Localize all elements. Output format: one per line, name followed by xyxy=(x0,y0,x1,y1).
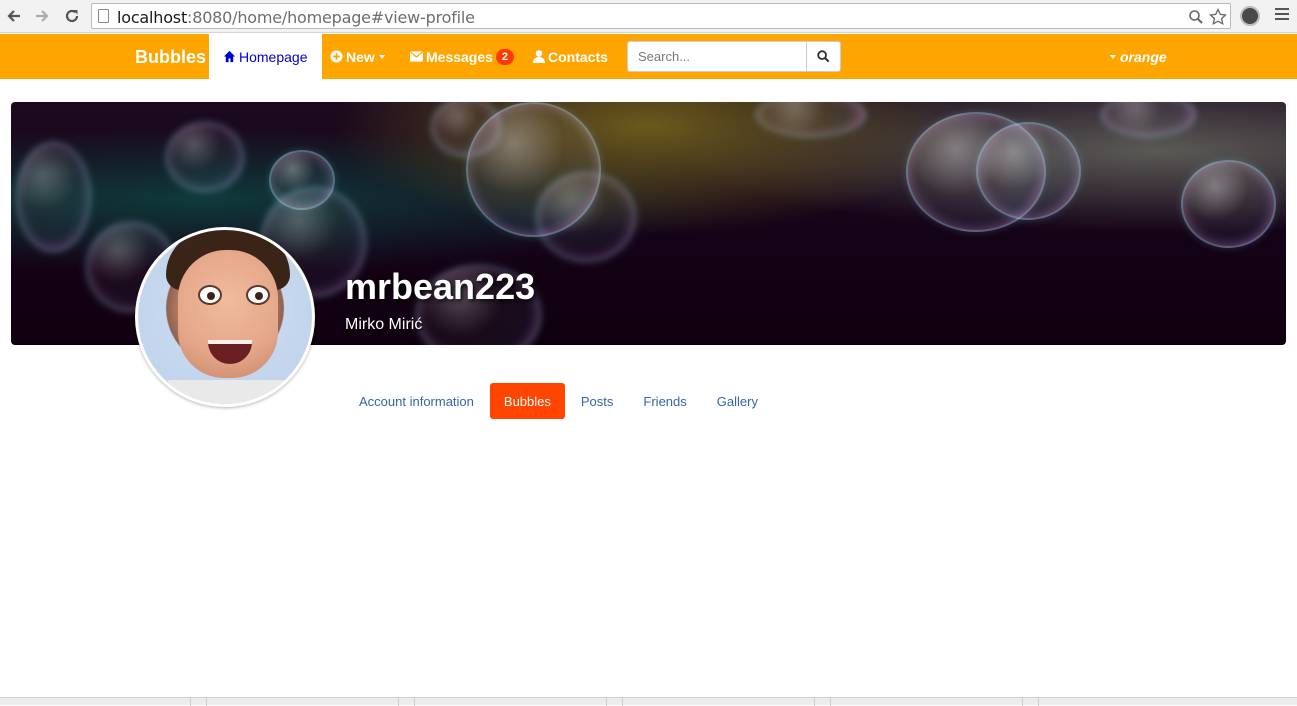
profile-tabs: Account information Bubbles Posts Friend… xyxy=(345,383,774,419)
nav-new-dropdown[interactable]: New xyxy=(330,34,385,79)
profile-username: mrbean223 xyxy=(345,266,536,307)
forward-button[interactable] xyxy=(31,5,53,27)
tab-account-information[interactable]: Account information xyxy=(345,383,488,419)
menu-icon[interactable] xyxy=(1275,8,1289,22)
bookmark-star-icon[interactable] xyxy=(1208,7,1228,27)
profile-full-name: Mirko Mirić xyxy=(345,316,423,333)
nav-new-label: New xyxy=(346,48,375,65)
zoom-icon[interactable] xyxy=(1186,7,1206,27)
home-icon xyxy=(223,50,236,63)
arrow-left-icon xyxy=(7,10,20,22)
profile-avatar[interactable] xyxy=(135,227,315,407)
navbar: Bubbles Homepage New Messages 2 Contacts xyxy=(0,34,1297,79)
page-icon xyxy=(98,9,109,23)
reload-button[interactable] xyxy=(61,5,83,27)
nav-messages[interactable]: Messages 2 xyxy=(410,34,514,79)
status-bar xyxy=(0,697,1297,706)
tab-gallery[interactable]: Gallery xyxy=(703,383,772,419)
user-name: orange xyxy=(1120,49,1167,65)
chevron-down-icon xyxy=(378,54,385,59)
user-icon xyxy=(533,50,545,63)
nav-contacts-label: Contacts xyxy=(548,48,608,65)
messages-count-badge: 2 xyxy=(495,48,514,65)
plus-circle-icon xyxy=(330,50,343,63)
tab-posts[interactable]: Posts xyxy=(567,383,628,419)
brand-link[interactable]: Bubbles xyxy=(135,47,206,68)
url-text[interactable]: localhost:8080/home/homepage#view-profil… xyxy=(117,8,475,27)
extension-icon[interactable] xyxy=(1240,6,1260,26)
nav-homepage-label: Homepage xyxy=(239,48,308,65)
search-input[interactable] xyxy=(627,41,806,72)
search-button[interactable] xyxy=(806,41,841,72)
nav-messages-label: Messages xyxy=(426,48,493,65)
browser-toolbar: localhost:8080/home/homepage#view-profil… xyxy=(0,0,1297,33)
tab-friends[interactable]: Friends xyxy=(629,383,700,419)
search-form xyxy=(627,41,841,72)
tab-bubbles[interactable]: Bubbles xyxy=(489,383,565,419)
reload-icon xyxy=(65,9,79,23)
search-icon xyxy=(817,50,830,63)
nav-contacts[interactable]: Contacts xyxy=(533,34,608,79)
arrow-right-icon xyxy=(36,10,49,22)
user-dropdown[interactable]: orange xyxy=(1110,49,1167,65)
back-button[interactable] xyxy=(3,5,25,27)
chevron-down-icon xyxy=(1110,55,1116,59)
nav-homepage[interactable]: Homepage xyxy=(209,34,322,79)
envelope-icon xyxy=(410,51,423,62)
address-bar[interactable]: localhost:8080/home/homepage#view-profil… xyxy=(91,3,1231,29)
